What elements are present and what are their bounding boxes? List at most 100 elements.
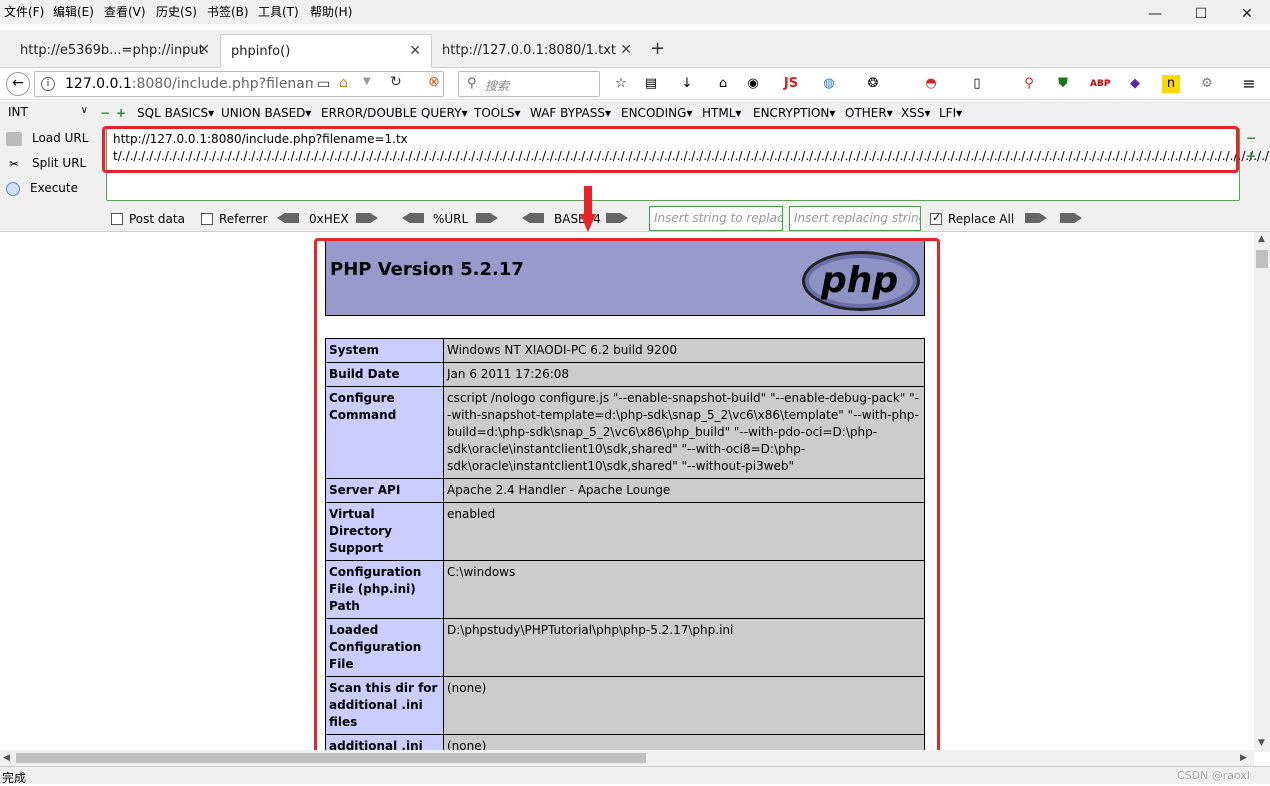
scroll-right-icon[interactable]: ▶	[1240, 753, 1247, 763]
tab-php-input[interactable]: http://e5369b...=php://input ✕	[10, 34, 220, 68]
menu-encoding[interactable]: ENCODING▾	[621, 106, 692, 120]
hex-decode-arrow-icon[interactable]	[277, 213, 299, 223]
stop-icon[interactable]: ⊗	[428, 74, 440, 90]
split-url-button[interactable]: ✂ Split URL	[6, 156, 86, 171]
scroll-down-icon[interactable]: ▼	[1258, 738, 1265, 748]
base64-encode-arrow-icon[interactable]	[606, 213, 628, 223]
back-arrow-icon[interactable]: ←	[6, 72, 30, 96]
menu-error-double-query[interactable]: ERROR/DOUBLE QUERY▾	[321, 106, 468, 120]
js-icon[interactable]: JS	[782, 75, 800, 93]
shrink-minus-icon[interactable]: −	[1246, 131, 1256, 145]
replacing-string-input[interactable]: Insert replacing string	[789, 206, 921, 231]
plus-icon[interactable]: +	[116, 106, 126, 120]
tab-close-icon[interactable]: ✕	[620, 42, 632, 58]
search-icon: ⚲	[467, 76, 477, 91]
tab-close-icon[interactable]: ✕	[198, 42, 210, 58]
menu-view[interactable]: 查看(V)	[104, 3, 146, 20]
hex-encode-arrow-icon[interactable]	[356, 213, 378, 223]
shield-icon[interactable]: ⛊	[1054, 75, 1072, 93]
tab-label: http://127.0.0.1:8080/1.txt	[442, 43, 616, 58]
horizontal-scroll-thumb[interactable]	[16, 753, 646, 763]
load-url-label: Load URL	[32, 131, 89, 145]
menu-history[interactable]: 历史(S)	[156, 3, 197, 20]
address-text: 127.0.0.1:8080/include.php?filename=	[65, 76, 313, 92]
navigation-bar: ← i 127.0.0.1:8080/include.php?filename=…	[0, 68, 1270, 100]
bookmark-star-icon[interactable]: ☆	[612, 75, 630, 93]
addon-red-icon[interactable]: ◓	[922, 75, 940, 93]
menu-tools-hb[interactable]: TOOLS▾	[474, 106, 521, 120]
vertical-scrollbar[interactable]: ▲ ▼	[1254, 232, 1270, 752]
diamond-icon[interactable]: ◆	[1126, 75, 1144, 93]
url-host: 127.0.0.1	[65, 76, 132, 92]
replace-arrow-icon[interactable]	[1025, 213, 1047, 223]
palette-icon[interactable]: ❂	[864, 75, 882, 93]
split-url-label: Split URL	[32, 156, 87, 170]
maximize-button[interactable]: ☐	[1178, 0, 1224, 30]
menu-bar: 文件(F) 编辑(E) 查看(V) 历史(S) 书签(B) 工具(T) 帮助(H…	[0, 0, 1270, 24]
menu-file[interactable]: 文件(F)	[4, 3, 44, 20]
int-select[interactable]: INT ∨	[4, 104, 92, 124]
menu-sql-basics[interactable]: SQL BASICS▾	[137, 106, 214, 120]
minimize-button[interactable]: —	[1132, 0, 1178, 30]
adblock-icon[interactable]: ABP	[1090, 75, 1110, 93]
url-decode-arrow-icon[interactable]	[402, 213, 424, 223]
menu-xss[interactable]: XSS▾	[901, 106, 930, 120]
tab-phpinfo[interactable]: phpinfo() ✕	[220, 34, 432, 69]
address-bar[interactable]: i 127.0.0.1:8080/include.php?filename= ▭…	[34, 71, 444, 97]
search-box[interactable]: ⚲ 搜索	[458, 71, 600, 97]
scroll-up-icon[interactable]: ▲	[1258, 234, 1265, 244]
menu-html[interactable]: HTML▾	[702, 106, 741, 120]
menu-help[interactable]: 帮助(H)	[310, 3, 352, 20]
bookmarks-list-icon[interactable]: ▤	[642, 75, 660, 93]
horizontal-scrollbar[interactable]: ◀ ▶	[0, 750, 1254, 766]
home-house-icon[interactable]: ⌂	[339, 75, 348, 91]
globe-icon[interactable]: ◉	[744, 75, 762, 93]
post-data-checkbox[interactable]: Post data	[111, 212, 185, 226]
menu-waf-bypass[interactable]: WAF BYPASS▾	[530, 106, 611, 120]
menu-bookmarks[interactable]: 书签(B)	[207, 3, 249, 20]
menu-encryption[interactable]: ENCRYPTION▾	[753, 106, 835, 120]
chevron-down-icon: ∨	[80, 105, 88, 116]
n-yellow-icon[interactable]: n	[1162, 75, 1180, 93]
hamburger-menu-icon[interactable]: ≡	[1240, 75, 1258, 93]
search-placeholder: 搜索	[485, 79, 510, 93]
settings-gear-icon[interactable]: ⚙	[1198, 75, 1216, 93]
execute-label: Execute	[30, 181, 78, 195]
watermark: CSDN @raoxl	[1176, 769, 1250, 782]
tab-1-txt[interactable]: http://127.0.0.1:8080/1.txt ✕	[432, 34, 642, 68]
url-encode-arrow-icon[interactable]	[476, 213, 498, 223]
menu-other[interactable]: OTHER▾	[845, 106, 893, 120]
menu-lfi[interactable]: LFI▾	[939, 106, 962, 120]
base64-decode-arrow-icon[interactable]	[522, 213, 544, 223]
load-url-icon	[6, 131, 22, 146]
scroll-left-icon[interactable]: ◀	[3, 753, 10, 763]
dropdown-icon[interactable]: ▼	[363, 76, 371, 87]
home-icon[interactable]: ⌂	[714, 75, 732, 93]
reader-view-icon[interactable]: ▭	[317, 76, 330, 92]
execute-button[interactable]: Execute	[6, 181, 78, 196]
page-icon[interactable]: ▯	[968, 75, 986, 93]
tab-close-icon[interactable]: ✕	[409, 43, 421, 59]
download-icon[interactable]: ↓	[678, 75, 696, 93]
post-data-label: Post data	[129, 212, 185, 226]
replace-all-label: Replace All	[948, 212, 1015, 226]
insert-string-input[interactable]: Insert string to replace	[649, 206, 783, 231]
referrer-checkbox[interactable]: Referrer	[201, 212, 268, 226]
magnifier-icon[interactable]: ⚲	[1020, 75, 1038, 93]
vertical-scroll-thumb[interactable]	[1256, 250, 1268, 268]
expand-plus-icon[interactable]: +	[1246, 149, 1256, 163]
replace-all-checkbox[interactable]: Replace All	[930, 212, 1014, 226]
tab-label: phpinfo()	[231, 44, 291, 59]
annotation-box-url	[102, 126, 1239, 173]
minus-icon[interactable]: −	[100, 106, 110, 120]
menu-tools[interactable]: 工具(T)	[258, 3, 299, 20]
new-tab-icon[interactable]: +	[650, 38, 665, 59]
close-window-button[interactable]: ✕	[1224, 0, 1270, 30]
earth-icon[interactable]: ◍	[820, 75, 838, 93]
info-icon[interactable]: i	[41, 77, 55, 91]
menu-edit[interactable]: 编辑(E)	[53, 3, 94, 20]
load-url-button[interactable]: Load URL	[6, 131, 88, 146]
menu-union-based[interactable]: UNION BASED▾	[221, 106, 311, 120]
replace-arrow-icon-2[interactable]	[1060, 213, 1082, 223]
reload-icon[interactable]: ↻	[390, 74, 402, 90]
